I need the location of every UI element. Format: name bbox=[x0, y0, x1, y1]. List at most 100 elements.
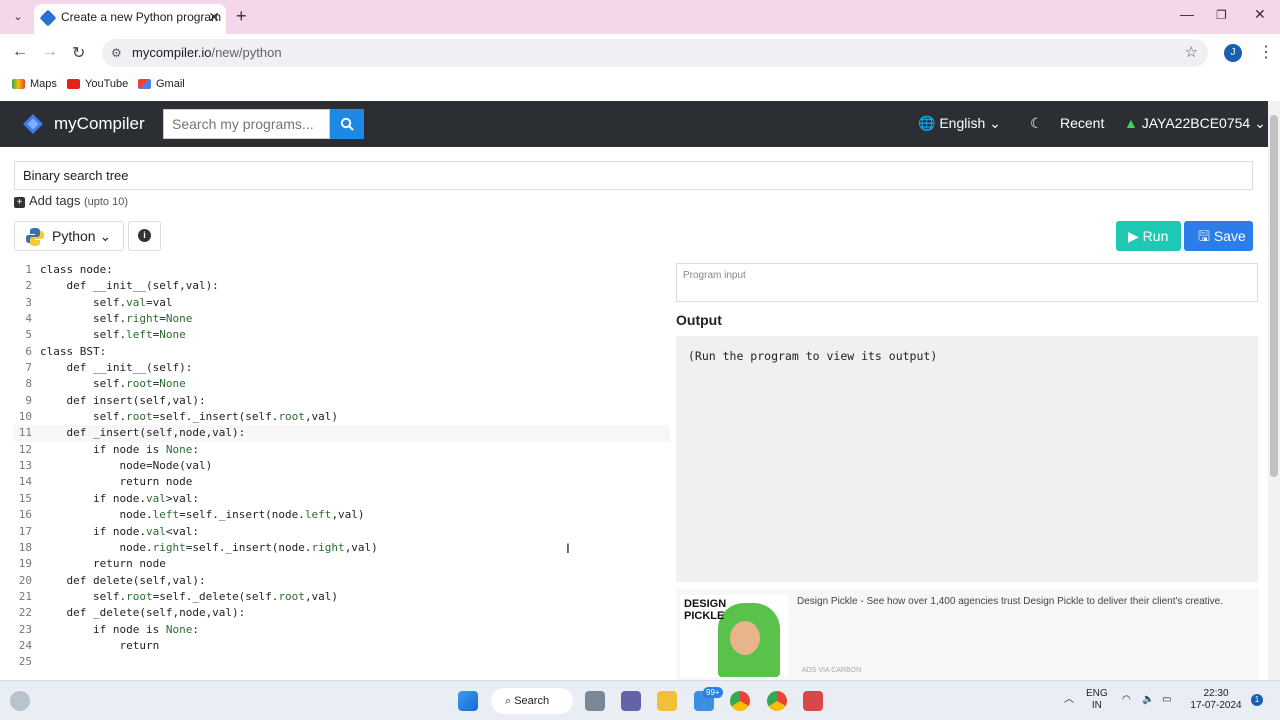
code-editor[interactable]: 1 class node: 2 def __init__(self,val): 3 s… bbox=[14, 262, 670, 680]
code-text[interactable]: def __init__(self): bbox=[40, 360, 192, 376]
code-text[interactable]: return node bbox=[40, 474, 192, 490]
code-line[interactable]: 22 def _delete(self,node,val): bbox=[14, 605, 670, 621]
wifi-icon[interactable]: ◠ bbox=[1122, 694, 1131, 706]
chrome-icon[interactable] bbox=[730, 691, 750, 711]
weather-widget-icon[interactable] bbox=[10, 691, 30, 711]
code-text[interactable]: self.root=self._insert(self.root,val) bbox=[40, 409, 338, 425]
chrome-profile-icon[interactable] bbox=[767, 691, 787, 711]
site-settings-icon[interactable]: ⚙ bbox=[111, 39, 122, 67]
brand-name[interactable]: myCompiler bbox=[54, 114, 145, 134]
user-menu[interactable]: ▲ JAYA22BCE0754 ⌄ bbox=[1124, 115, 1266, 132]
code-line[interactable]: 23 if node is None: bbox=[14, 622, 670, 638]
browser-menu-icon[interactable]: ⋮ bbox=[1258, 42, 1274, 62]
tab-search-chevron-icon[interactable]: ⌄ bbox=[8, 8, 28, 26]
battery-icon[interactable]: ▭ bbox=[1162, 694, 1171, 706]
language-selector[interactable]: 🌐 English ⌄ bbox=[918, 115, 1001, 132]
volume-icon[interactable]: 🔈 bbox=[1142, 694, 1154, 706]
code-text[interactable]: node.right=self._insert(node.right,val) bbox=[40, 540, 377, 556]
profile-avatar[interactable]: J bbox=[1224, 44, 1242, 62]
window-close-icon[interactable]: ✕ bbox=[1254, 6, 1266, 23]
clock[interactable]: 22:30 17-07-2024 bbox=[1188, 688, 1244, 712]
show-hidden-icons-chevron-icon[interactable]: ︿ bbox=[1064, 694, 1074, 706]
ad-via-label[interactable]: ADS VIA CARBON bbox=[802, 667, 861, 674]
code-line[interactable]: 8 self.root=None bbox=[14, 376, 670, 392]
address-bar[interactable]: ⚙ mycompiler.io/new/python ☆ bbox=[102, 39, 1208, 67]
restore-icon[interactable]: ❐ bbox=[1216, 8, 1227, 22]
code-text[interactable]: self.left=None bbox=[40, 327, 186, 343]
notification-count[interactable]: 1 bbox=[1251, 694, 1263, 706]
ad-text[interactable]: Design Pickle - See how over 1,400 agenc… bbox=[797, 595, 1247, 608]
bookmark-gmail[interactable]: Gmail bbox=[138, 78, 185, 90]
recent-link[interactable]: Recent bbox=[1060, 115, 1104, 131]
code-line[interactable]: 4 self.right=None bbox=[14, 311, 670, 327]
program-title-input[interactable]: Binary search tree bbox=[14, 161, 1253, 190]
save-button[interactable]: 🖫 Save bbox=[1184, 221, 1253, 251]
search-button[interactable] bbox=[330, 109, 364, 139]
new-tab-button[interactable]: + bbox=[236, 4, 247, 28]
code-text[interactable]: def _insert(self,node,val): bbox=[40, 425, 245, 441]
reload-icon[interactable]: ↻ bbox=[72, 43, 85, 63]
minimize-icon[interactable]: — bbox=[1180, 6, 1194, 22]
code-line[interactable]: 21 self.root=self._delete(self.root,val) bbox=[14, 589, 670, 605]
run-button[interactable]: ▶ Run bbox=[1116, 221, 1181, 251]
code-text[interactable]: if node.val>val: bbox=[40, 491, 199, 507]
code-line[interactable]: 13 node=Node(val) bbox=[14, 458, 670, 474]
program-input-field[interactable]: Program input bbox=[676, 263, 1258, 302]
code-text[interactable]: self.root=None bbox=[40, 376, 186, 392]
code-line[interactable]: 10 self.root=self._insert(self.root,val) bbox=[14, 409, 670, 425]
code-line[interactable]: 5 self.left=None bbox=[14, 327, 670, 343]
code-text[interactable]: node.left=self._insert(node.left,val) bbox=[40, 507, 364, 523]
scrollbar-thumb[interactable] bbox=[1270, 115, 1278, 477]
tab-close-icon[interactable]: ✕ bbox=[208, 4, 220, 30]
forward-arrow-icon[interactable]: → bbox=[42, 43, 58, 61]
windows-start-icon[interactable] bbox=[458, 691, 478, 711]
task-view-icon[interactable] bbox=[585, 691, 605, 711]
code-text[interactable]: return bbox=[40, 638, 159, 654]
code-line[interactable]: 7 def __init__(self): bbox=[14, 360, 670, 376]
add-tags-link[interactable]: + Add tags (upto 10) bbox=[14, 193, 128, 208]
search-programs-input[interactable] bbox=[163, 109, 330, 139]
code-line[interactable]: 17 if node.val<val: bbox=[14, 524, 670, 540]
taskbar-search[interactable]: ⌕ Search bbox=[491, 688, 573, 714]
carbon-ad[interactable]: DESIGN PICKLE Design Pickle - See how ove… bbox=[676, 589, 1258, 680]
code-line[interactable]: 25 bbox=[14, 654, 670, 670]
bookmark-maps[interactable]: Maps bbox=[12, 78, 57, 90]
code-line[interactable]: 20 def delete(self,val): bbox=[14, 573, 670, 589]
code-text[interactable]: self.root=self._delete(self.root,val) bbox=[40, 589, 338, 605]
code-line[interactable]: 19 return node bbox=[14, 556, 670, 572]
code-text[interactable]: if node.val<val: bbox=[40, 524, 199, 540]
page-scrollbar[interactable] bbox=[1268, 101, 1280, 680]
teams-icon[interactable] bbox=[621, 691, 641, 711]
code-line[interactable]: 14 return node bbox=[14, 474, 670, 490]
code-line[interactable]: 15 if node.val>val: bbox=[14, 491, 670, 507]
mycompiler-logo-icon[interactable] bbox=[22, 113, 44, 135]
code-line[interactable]: 18 node.right=self._insert(node.right,va… bbox=[14, 540, 670, 556]
code-line[interactable]: 1 class node: bbox=[14, 262, 670, 278]
input-language-indicator[interactable]: ENG IN bbox=[1086, 688, 1108, 712]
file-explorer-icon[interactable] bbox=[657, 691, 677, 711]
snipping-tool-icon[interactable] bbox=[803, 691, 823, 711]
language-dropdown[interactable]: Python ⌄ bbox=[14, 221, 124, 251]
ad-image[interactable]: DESIGN PICKLE bbox=[680, 595, 788, 677]
code-line[interactable]: 12 if node is None: bbox=[14, 442, 670, 458]
code-text[interactable]: node=Node(val) bbox=[40, 458, 212, 474]
code-text[interactable]: def __init__(self,val): bbox=[40, 278, 218, 294]
bookmark-youtube[interactable]: YouTube bbox=[67, 78, 128, 90]
code-line[interactable]: 16 node.left=self._insert(node.left,val) bbox=[14, 507, 670, 523]
code-text[interactable]: def delete(self,val): bbox=[40, 573, 205, 589]
code-line[interactable]: 9 def insert(self,val): bbox=[14, 393, 670, 409]
code-text[interactable]: self.val=val bbox=[40, 295, 173, 311]
bookmark-star-icon[interactable]: ☆ bbox=[1185, 39, 1198, 67]
browser-tab[interactable]: Create a new Python program ✕ bbox=[34, 4, 226, 34]
code-text[interactable]: return node bbox=[40, 556, 166, 572]
code-text[interactable]: class node: bbox=[40, 262, 113, 278]
code-line[interactable]: 11 def _insert(self,node,val): bbox=[14, 425, 670, 442]
code-line[interactable]: 6 class BST: bbox=[14, 344, 670, 360]
code-text[interactable]: def insert(self,val): bbox=[40, 393, 205, 409]
code-text[interactable]: if node is None: bbox=[40, 622, 199, 638]
back-arrow-icon[interactable]: ← bbox=[12, 43, 28, 61]
code-line[interactable]: 24 return bbox=[14, 638, 670, 654]
code-line[interactable]: 2 def __init__(self,val): bbox=[14, 278, 670, 294]
code-text[interactable]: def _delete(self,node,val): bbox=[40, 605, 245, 621]
code-text[interactable]: class BST: bbox=[40, 344, 106, 360]
